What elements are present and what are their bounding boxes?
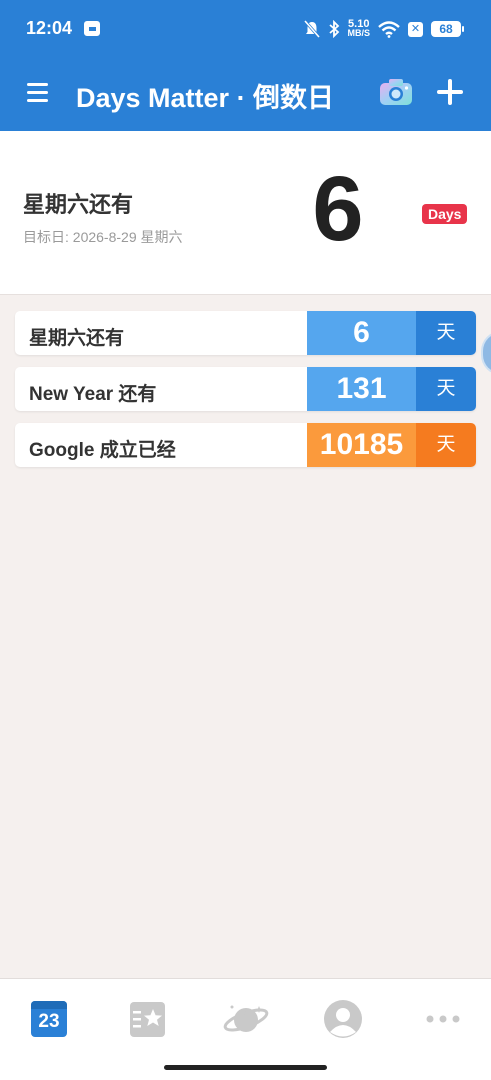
status-time: 12:04 — [26, 18, 73, 38]
status-icons: 5.10 MB/S ✕ 68 — [303, 17, 464, 41]
avatar-icon[interactable] — [323, 999, 363, 1039]
event-row[interactable]: Google 成立已经 10185 天 — [15, 423, 476, 467]
star-list-icon[interactable] — [128, 999, 168, 1039]
status-bar: 12:04 5.10 MB/S ✕ 68 — [0, 0, 491, 58]
app-header: 12:04 5.10 MB/S ✕ 68 Days Matter · 倒数日 — [0, 0, 491, 131]
home-indicator[interactable] — [164, 1065, 327, 1070]
calendar-day: 23 — [38, 1011, 60, 1032]
app-bar: Days Matter · 倒数日 — [0, 58, 491, 131]
notification-icon — [84, 21, 100, 36]
bluetooth-icon — [328, 20, 339, 38]
event-count: 10185 — [307, 423, 416, 467]
sim-disabled-icon: ✕ — [408, 21, 423, 37]
battery-indicator: 68 — [431, 21, 464, 37]
event-count: 131 — [307, 367, 416, 411]
add-event-button[interactable] — [434, 76, 466, 108]
camera-icon[interactable] — [379, 78, 413, 106]
mute-bell-icon — [303, 20, 320, 38]
event-unit: 天 — [416, 311, 476, 355]
event-label: Google 成立已经 — [29, 440, 176, 461]
event-count: 6 — [307, 311, 416, 355]
featured-event-count: 6 — [312, 158, 364, 260]
event-unit: 天 — [416, 367, 476, 411]
event-label: New Year 还有 — [29, 384, 157, 405]
event-row[interactable]: New Year 还有 131 天 — [15, 367, 476, 411]
featured-event-card[interactable]: 星期六还有 目标日: 2026-8-29 星期六 6 Days — [0, 131, 491, 295]
featured-event-date: 目标日: 2026-8-29 星期六 — [23, 229, 183, 245]
app-title: Days Matter · 倒数日 — [76, 83, 335, 113]
menu-icon[interactable] — [27, 83, 48, 102]
wifi-icon — [378, 20, 400, 38]
network-speed: 5.10 MB/S — [347, 18, 371, 38]
event-row[interactable]: 星期六还有 6 天 — [15, 311, 476, 355]
event-list: 星期六还有 6 天 New Year 还有 131 天 Google 成立已经 … — [15, 311, 476, 479]
planet-icon[interactable] — [222, 999, 270, 1039]
nav-calendar-tab[interactable]: 23 — [29, 999, 69, 1039]
event-label: 星期六还有 — [29, 328, 125, 349]
featured-event-title: 星期六还有 — [23, 192, 134, 217]
days-badge: Days — [422, 204, 468, 224]
floating-edge-handle[interactable] — [481, 331, 491, 375]
event-unit: 天 — [416, 423, 476, 467]
more-icon[interactable] — [423, 999, 463, 1039]
